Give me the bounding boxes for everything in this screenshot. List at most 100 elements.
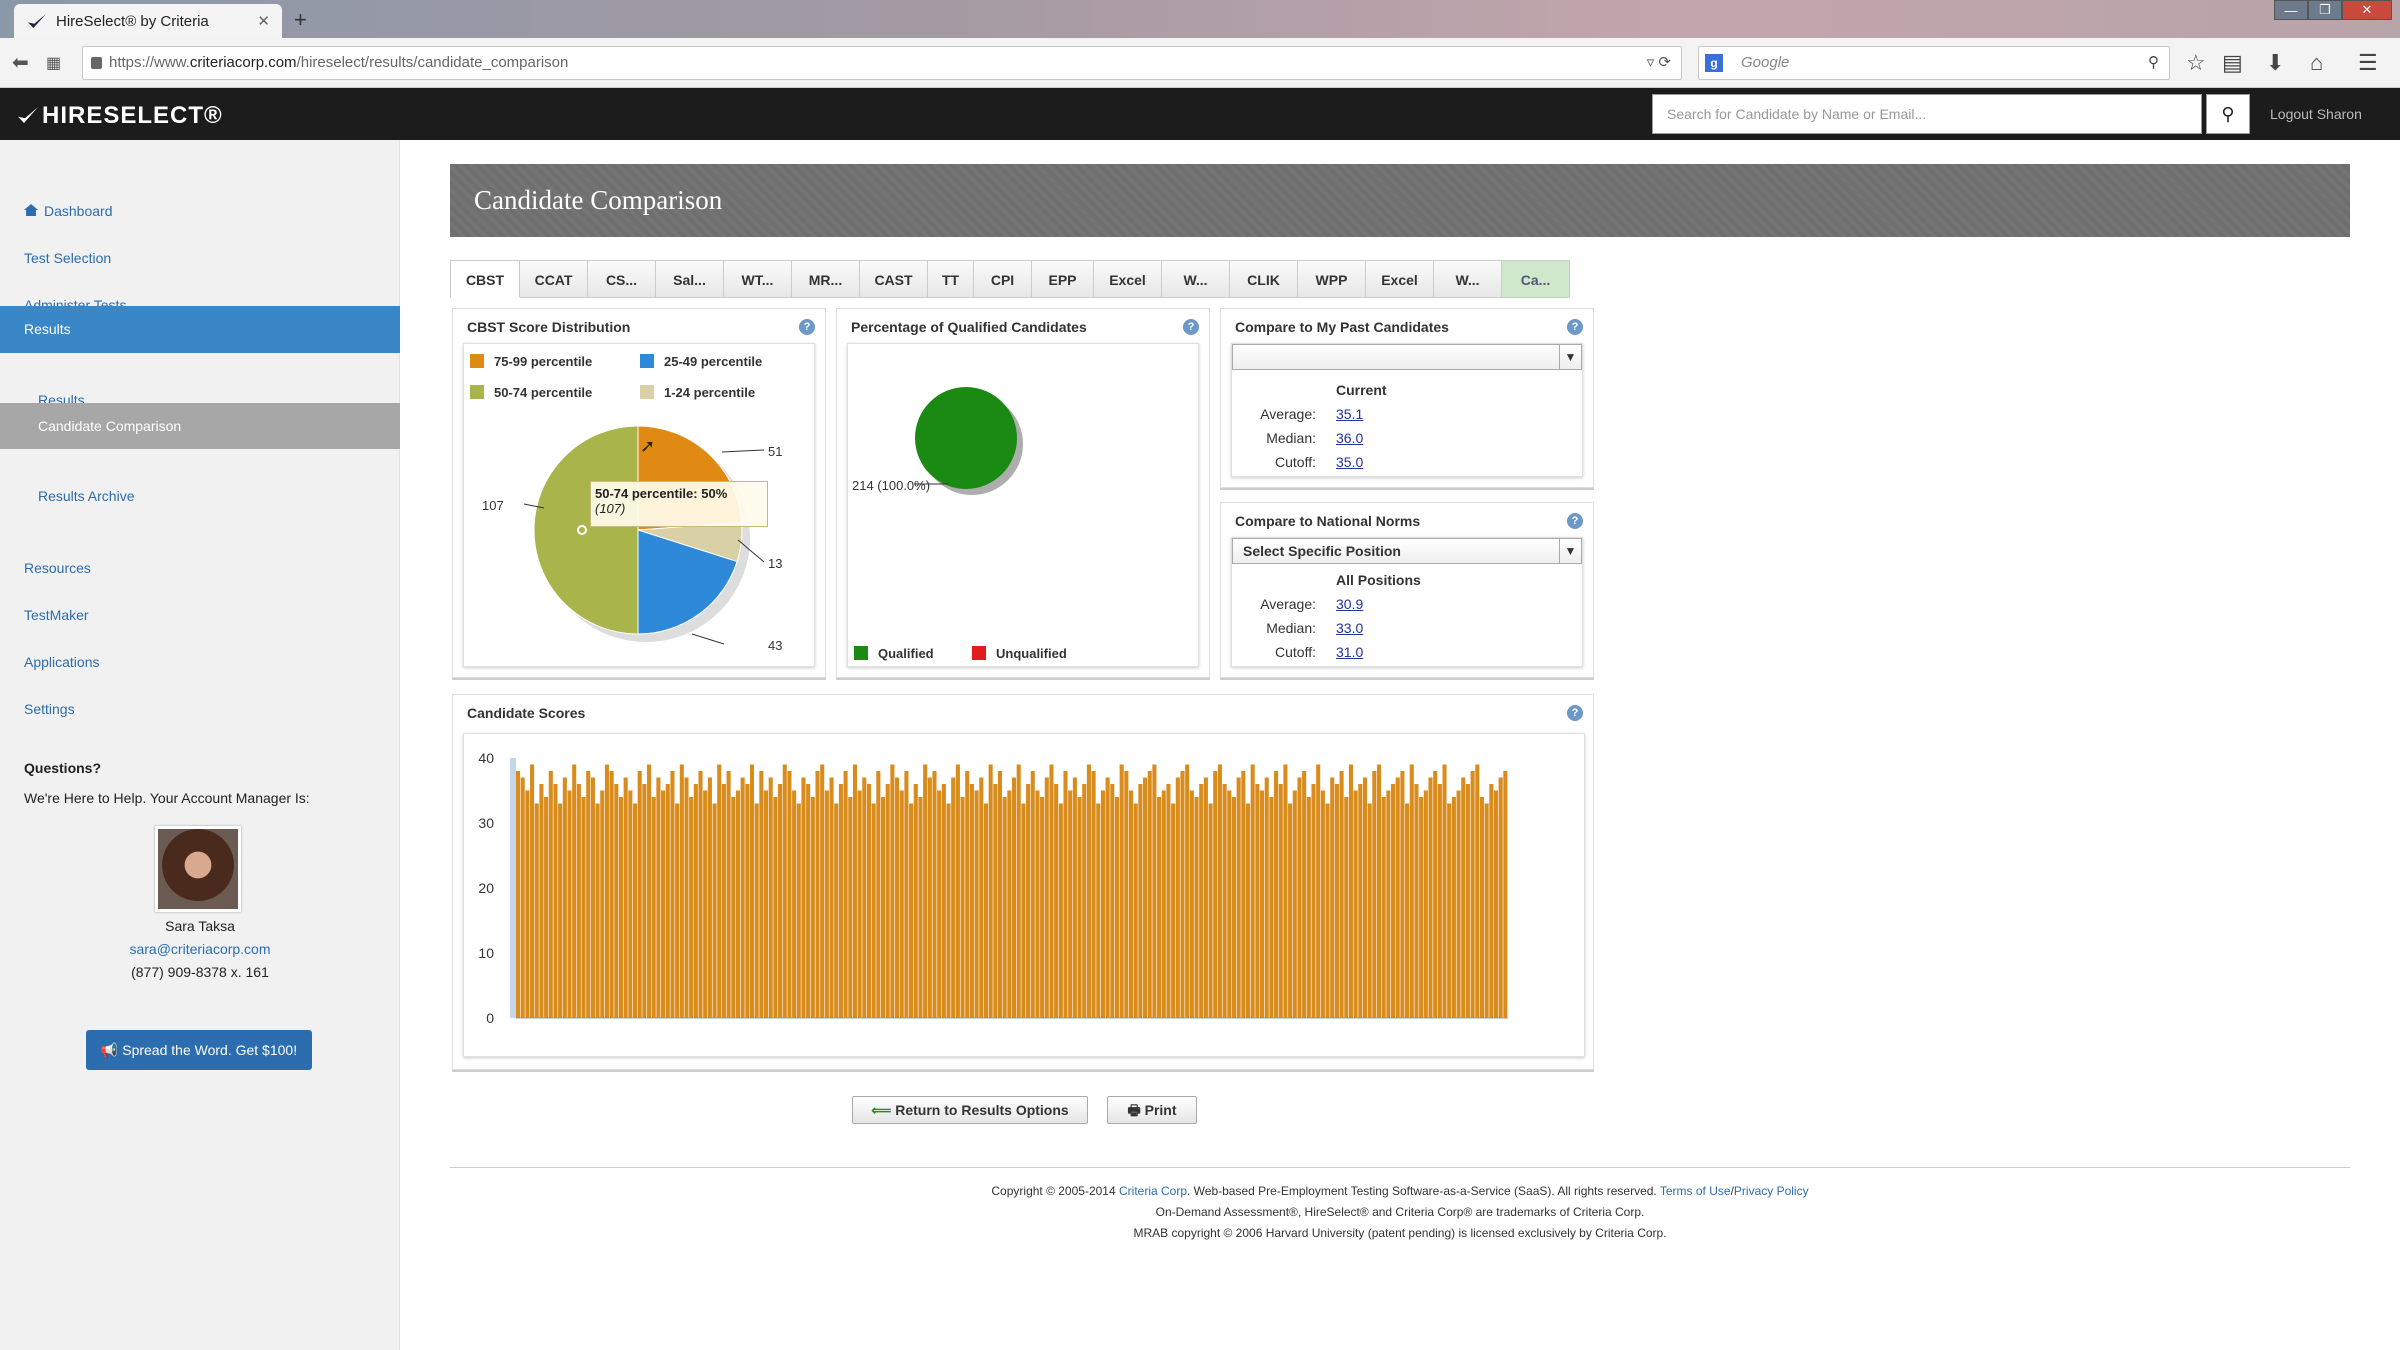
score-bar — [932, 771, 937, 1018]
candidate-search-input[interactable]: Search for Candidate by Name or Email... — [1652, 94, 2202, 134]
tab-2[interactable]: CS... — [588, 260, 656, 298]
download-icon[interactable]: ⬇ — [2266, 50, 2284, 76]
minimize-icon[interactable]: — — [2274, 0, 2308, 20]
test-tabs: CBST CCAT CS... Sal... WT... MR... CAST TT CPI EP… — [450, 260, 1570, 298]
score-bar — [1189, 790, 1194, 1018]
back-icon[interactable]: ⬅ — [12, 50, 29, 75]
sidebar-item-label: Dashboard — [44, 203, 113, 219]
score-bar — [684, 777, 689, 1018]
questions-text: We're Here to Help. Your Account Manager… — [24, 790, 310, 806]
tab-9[interactable]: EPP — [1032, 260, 1094, 298]
national-cutoff-value[interactable]: 31.0 — [1336, 644, 1363, 660]
search-icon[interactable]: ⚲ — [2148, 47, 2159, 79]
position-select[interactable]: Select Specific Position ▼ — [1232, 538, 1582, 564]
print-button[interactable]: 🖶 Print — [1107, 1096, 1197, 1124]
tab-1[interactable]: CCAT — [520, 260, 588, 298]
score-bar — [768, 777, 773, 1018]
score-bar — [1316, 764, 1321, 1018]
tab-5[interactable]: MR... — [792, 260, 860, 298]
home-icon[interactable]: ⌂ — [2310, 50, 2323, 76]
address-bar[interactable]: https://www.criteriacorp.com/hireselect/… — [82, 46, 1682, 80]
score-bar — [1199, 784, 1204, 1018]
sidebar-item-results[interactable]: Results — [0, 306, 400, 353]
footer-terms-link[interactable]: Terms of Use — [1660, 1184, 1731, 1198]
site-favicon-icon — [28, 14, 46, 28]
score-bar — [679, 764, 684, 1018]
past-average-value[interactable]: 35.1 — [1336, 406, 1363, 422]
logout-link[interactable]: Logout Sharon — [2270, 106, 2362, 122]
hireselect-logo[interactable]: HIRESELECT® — [18, 102, 223, 130]
past-median-value[interactable]: 36.0 — [1336, 430, 1363, 446]
sidebar-item-resources[interactable]: Resources — [0, 545, 400, 591]
maximize-icon[interactable]: ❐ — [2308, 0, 2342, 20]
score-bar — [997, 771, 1003, 1018]
score-bar — [1040, 797, 1045, 1018]
reload-icon[interactable]: ▿ ⟳ — [1647, 47, 1671, 79]
tab-12[interactable]: CLIK — [1230, 260, 1298, 298]
national-median-value[interactable]: 33.0 — [1336, 620, 1363, 636]
sidebar-item-test-selection[interactable]: Test Selection — [0, 235, 400, 281]
footer-privacy-link[interactable]: Privacy Policy — [1734, 1184, 1809, 1198]
footer-criteria-link[interactable]: Criteria Corp — [1119, 1184, 1187, 1198]
score-bar — [988, 764, 993, 1018]
browser-search-box[interactable]: g Google ⚲ — [1698, 46, 2170, 80]
score-bar — [834, 803, 839, 1018]
score-bar — [712, 803, 717, 1018]
national-average-value[interactable]: 30.9 — [1336, 596, 1363, 612]
score-bar — [576, 784, 581, 1018]
spread-the-word-button[interactable]: 📢 Spread the Word. Get $100! — [86, 1030, 312, 1070]
tab-4[interactable]: WT... — [724, 260, 792, 298]
new-tab-button[interactable]: + — [294, 7, 307, 33]
score-bar — [1372, 771, 1377, 1018]
bookmark-star-icon[interactable]: ☆ — [2186, 50, 2206, 76]
browser-tab[interactable]: HireSelect® by Criteria ✕ — [14, 4, 282, 38]
tab-10[interactable]: Excel — [1094, 260, 1162, 298]
score-bar — [1035, 790, 1040, 1018]
sidebar-item-candidate-comparison[interactable]: Candidate Comparison — [0, 403, 400, 449]
questions-heading: Questions? — [24, 760, 102, 776]
close-tab-icon[interactable]: ✕ — [257, 12, 270, 30]
window-close-icon[interactable]: ✕ — [2342, 0, 2392, 20]
score-bar — [530, 764, 535, 1018]
tab-0[interactable]: CBST — [450, 260, 520, 298]
tab-14[interactable]: Excel — [1366, 260, 1434, 298]
tab-16[interactable]: Ca... — [1502, 260, 1570, 298]
tab-13[interactable]: WPP — [1298, 260, 1366, 298]
score-bar — [1302, 771, 1307, 1018]
sidebar-item-results-archive[interactable]: Results Archive — [0, 473, 400, 519]
score-bar — [1002, 797, 1007, 1018]
candidate-search-button[interactable]: ⚲ — [2206, 94, 2250, 134]
score-bar — [1128, 790, 1134, 1018]
tab-15[interactable]: W... — [1434, 260, 1502, 298]
tab-7[interactable]: TT — [928, 260, 974, 298]
account-manager-email[interactable]: sara@criteriacorp.com — [0, 941, 400, 957]
tab-6[interactable]: CAST — [860, 260, 928, 298]
score-bar — [955, 764, 960, 1018]
score-bar — [1461, 777, 1466, 1018]
score-bar — [1330, 777, 1335, 1018]
past-candidates-box: ▼ Current Average: 35.1 Median: 36.0 Cut… — [1231, 343, 1583, 477]
help-icon[interactable]: ? — [1567, 319, 1583, 335]
help-icon[interactable]: ? — [799, 319, 815, 335]
tab-11[interactable]: W... — [1162, 260, 1230, 298]
sidebar-item-applications[interactable]: Applications — [0, 639, 400, 685]
help-icon[interactable]: ? — [1567, 705, 1583, 721]
sidebar-item-dashboard[interactable]: Dashboard — [0, 188, 400, 234]
score-bar — [787, 771, 792, 1018]
past-candidates-select[interactable]: ▼ — [1232, 344, 1582, 370]
help-icon[interactable]: ? — [1567, 513, 1583, 529]
score-bar — [899, 790, 904, 1018]
help-icon[interactable]: ? — [1183, 319, 1199, 335]
score-bar — [1054, 784, 1059, 1018]
lock-icon — [91, 57, 102, 69]
sidebar-item-testmaker[interactable]: TestMaker — [0, 592, 400, 638]
tab-3[interactable]: Sal... — [656, 260, 724, 298]
return-to-results-button[interactable]: ⟸ Return to Results Options — [852, 1096, 1088, 1124]
tab-8[interactable]: CPI — [974, 260, 1032, 298]
score-bar — [1016, 764, 1021, 1018]
site-identity-icon[interactable]: ▦ — [46, 53, 61, 73]
past-cutoff-value[interactable]: 35.0 — [1336, 454, 1363, 470]
reading-list-icon[interactable]: ▤ — [2222, 50, 2243, 76]
sidebar-item-settings[interactable]: Settings — [0, 686, 400, 732]
menu-icon[interactable]: ☰ — [2358, 50, 2378, 76]
